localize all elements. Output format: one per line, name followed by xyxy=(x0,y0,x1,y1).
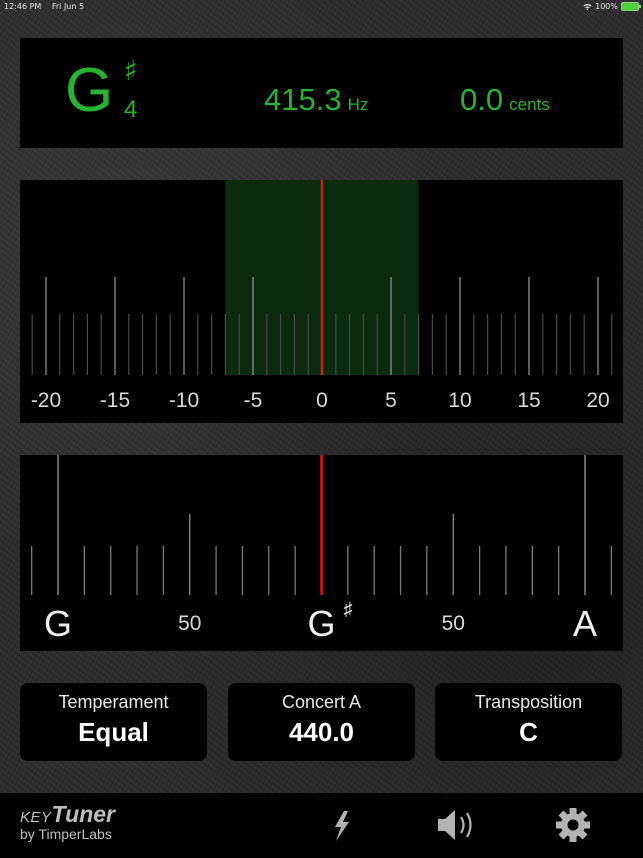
note-meter: G 50 G ♯ 50 A xyxy=(20,455,623,651)
cents-value: 0.0 xyxy=(460,82,504,117)
cents-tick-label: 0 xyxy=(316,389,328,412)
battery-percent: 100% xyxy=(595,2,618,11)
transposition-button[interactable]: Transposition C xyxy=(435,683,622,761)
brand-key: KEY xyxy=(20,809,52,826)
cents-tick-label: 5 xyxy=(385,389,397,412)
concert-a-value: 440.0 xyxy=(288,717,355,747)
temperament-value: Equal xyxy=(78,717,149,747)
cents-meter: -20 -15 -10 -5 0 5 10 15 20 xyxy=(20,180,623,423)
cents-tick-label: -10 xyxy=(169,389,199,412)
cents-tick-label: -20 xyxy=(31,389,61,412)
wifi-icon xyxy=(583,4,592,10)
frequency-readout: 415.3 Hz xyxy=(264,82,368,118)
cents-readout: 0.0 cents xyxy=(460,82,550,118)
battery-charging-icon xyxy=(621,2,641,11)
note-letter: G xyxy=(65,56,114,125)
note-octave: 4 xyxy=(124,96,138,123)
cents-tick-label: 15 xyxy=(517,389,540,412)
pitch-display: G ♯ 4 415.3 Hz 0.0 cents xyxy=(20,38,623,148)
cents-tick-label: -15 xyxy=(100,389,130,412)
note-label: G xyxy=(44,603,72,644)
note-accidental: ♯ xyxy=(124,54,138,87)
frequency-value: 415.3 xyxy=(264,82,342,117)
temperament-button[interactable]: Temperament Equal xyxy=(20,683,207,761)
concert-a-label: Concert A xyxy=(281,692,362,712)
cents-tick-label: 20 xyxy=(586,389,609,412)
cents-unit: cents xyxy=(509,95,550,114)
status-time: 12:46 PM xyxy=(4,2,42,11)
lightning-icon[interactable] xyxy=(320,805,364,845)
status-bar: 12:46 PM Fri Jun 5 100% xyxy=(0,0,643,14)
concert-a-button[interactable]: Concert A 440.0 xyxy=(228,683,415,761)
brand-logo: KEYTuner by TimperLabs xyxy=(20,801,115,842)
transposition-label: Transposition xyxy=(474,692,583,712)
note-label: G xyxy=(307,603,335,644)
cents-label: 50 xyxy=(178,612,201,635)
cents-tick-label: 10 xyxy=(448,389,471,412)
speaker-icon[interactable] xyxy=(436,805,480,845)
note-label: A xyxy=(573,603,597,644)
cents-tick-label: -5 xyxy=(244,389,263,412)
cents-label: 50 xyxy=(442,612,465,635)
status-date: Fri Jun 5 xyxy=(51,2,85,11)
cents-meter-scale: -20 -15 -10 -5 0 5 10 15 20 xyxy=(31,180,613,412)
brand-tuner: Tuner xyxy=(51,801,115,827)
note-accidental-label: ♯ xyxy=(344,599,353,619)
temperament-label: Temperament xyxy=(58,692,169,712)
brand-by: by TimperLabs xyxy=(20,826,112,842)
note-meter-scale: G 50 G ♯ 50 A xyxy=(30,455,612,644)
bottom-bar: KEYTuner by TimperLabs xyxy=(0,793,643,858)
transposition-value: C xyxy=(519,717,538,747)
gear-icon[interactable] xyxy=(551,805,595,845)
status-right: 100% xyxy=(583,2,641,11)
frequency-unit: Hz xyxy=(347,95,369,114)
status-left: 12:46 PM Fri Jun 5 xyxy=(4,2,92,11)
